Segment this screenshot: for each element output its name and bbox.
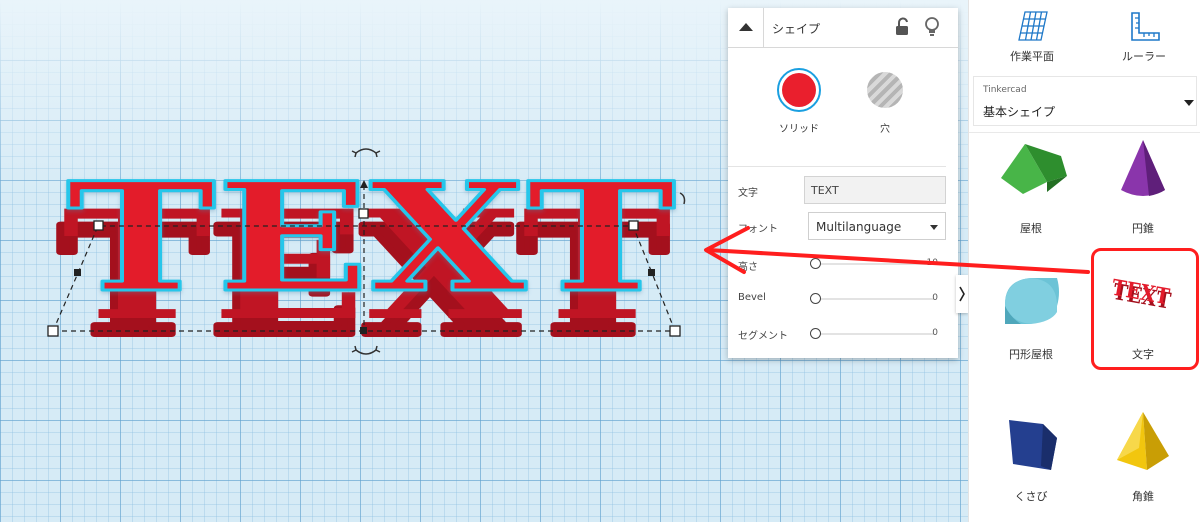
annotation-arrow [704,226,1090,274]
